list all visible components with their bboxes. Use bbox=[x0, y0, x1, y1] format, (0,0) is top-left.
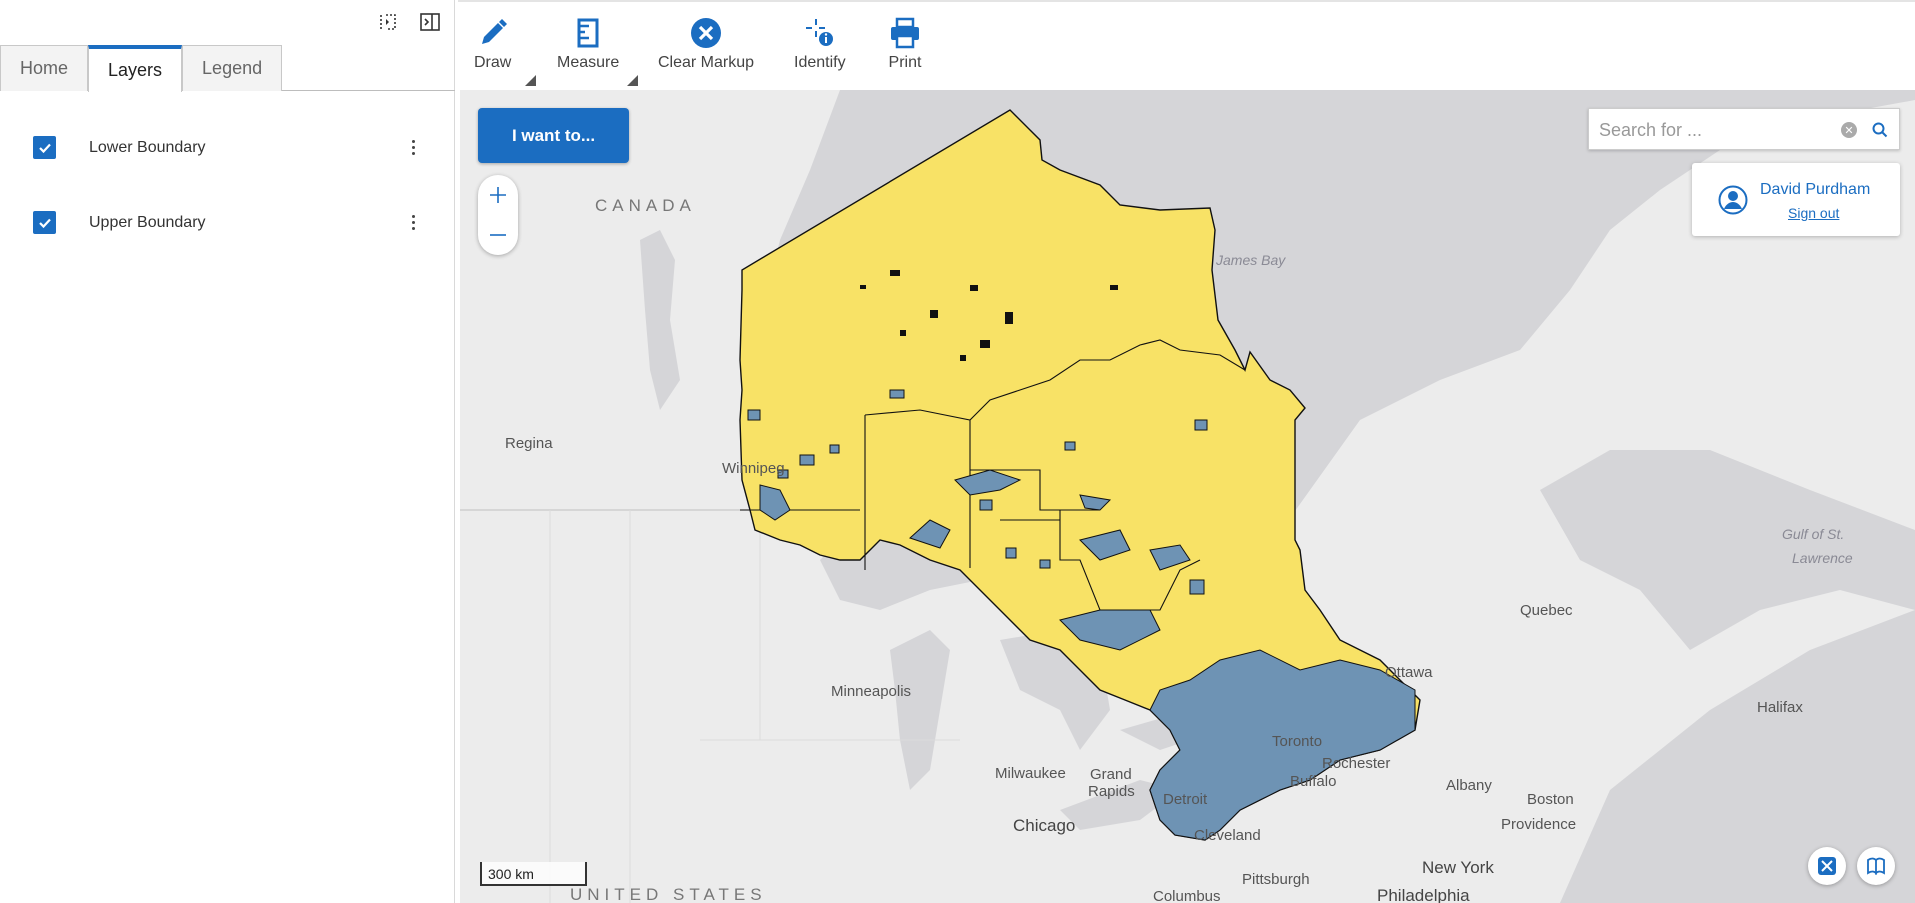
map-label-grand-rapids-1: Grand bbox=[1090, 766, 1132, 783]
clear-search-icon[interactable]: ✕ bbox=[1841, 122, 1857, 138]
clear-x-circle-icon bbox=[691, 18, 722, 48]
layer-label: Lower Boundary bbox=[89, 138, 206, 156]
panel-controls bbox=[376, 10, 442, 34]
map-view[interactable]: CANADA UNITED STATES James Bay Gulf of S… bbox=[460, 90, 1915, 903]
map-label-cleveland: Cleveland bbox=[1194, 827, 1261, 844]
checkmark-icon bbox=[38, 218, 51, 228]
map-label-albany: Albany bbox=[1446, 777, 1492, 794]
map-label-canada: CANADA bbox=[595, 196, 696, 215]
map-label-buffalo: Buffalo bbox=[1290, 773, 1337, 790]
map-label-milwaukee: Milwaukee bbox=[995, 765, 1066, 782]
identify-icon bbox=[805, 19, 833, 46]
measure-button[interactable]: Measure bbox=[557, 16, 619, 72]
map-label-rochester: Rochester bbox=[1322, 755, 1391, 772]
map-label-quebec: Quebec bbox=[1520, 602, 1573, 619]
side-panel: Home Layers Legend Lower Boundary Upper … bbox=[0, 0, 455, 903]
map-tools-button[interactable] bbox=[1808, 847, 1846, 885]
map-label-philadelphia: Philadelphia bbox=[1377, 886, 1470, 903]
minus-icon bbox=[490, 234, 506, 236]
layer-list: Lower Boundary Upper Boundary bbox=[0, 110, 455, 260]
i-want-to-button[interactable]: I want to... bbox=[478, 108, 629, 163]
search-button[interactable] bbox=[1867, 117, 1893, 143]
map-label-regina: Regina bbox=[505, 435, 553, 452]
zoom-out-button[interactable] bbox=[478, 215, 518, 255]
tab-home[interactable]: Home bbox=[0, 45, 89, 91]
tab-layers[interactable]: Layers bbox=[88, 45, 183, 92]
map-label-boston: Boston bbox=[1527, 791, 1574, 808]
layer-checkbox[interactable] bbox=[33, 136, 56, 159]
scale-bar: 300 km bbox=[480, 862, 587, 886]
zoom-control bbox=[478, 175, 518, 255]
bookmarks-button[interactable] bbox=[1857, 847, 1895, 885]
layer-label: Upper Boundary bbox=[89, 213, 206, 231]
identify-button[interactable]: Identify bbox=[794, 16, 846, 72]
map-toolbar: Draw Measure Clear Markup Identify Print bbox=[458, 0, 1915, 90]
zoom-in-button[interactable] bbox=[478, 175, 518, 215]
search-box: ✕ bbox=[1588, 108, 1900, 150]
search-icon bbox=[1872, 122, 1888, 138]
map-label-united-states: UNITED STATES bbox=[570, 885, 767, 903]
map-label-halifax: Halifax bbox=[1757, 699, 1803, 716]
panel-tabs: Home Layers Legend bbox=[0, 45, 455, 92]
layer-item-lower-boundary: Lower Boundary bbox=[0, 110, 455, 185]
plus-icon bbox=[490, 187, 506, 203]
map-label-gulf-st-lawrence-2: Lawrence bbox=[1792, 550, 1853, 566]
layer-checkbox[interactable] bbox=[33, 211, 56, 234]
book-icon bbox=[1867, 857, 1885, 876]
printer-icon bbox=[891, 17, 919, 49]
checkmark-icon bbox=[38, 143, 51, 153]
ruler-icon bbox=[577, 18, 599, 48]
map-label-new-york: New York bbox=[1422, 858, 1494, 877]
print-button[interactable]: Print bbox=[888, 16, 922, 72]
map-label-columbus: Columbus bbox=[1153, 888, 1221, 903]
pencil-icon bbox=[481, 19, 507, 44]
map-label-grand-rapids-2: Rapids bbox=[1088, 783, 1135, 800]
map-label-detroit: Detroit bbox=[1163, 791, 1208, 808]
measure-dropdown-caret-icon[interactable] bbox=[627, 75, 638, 86]
map-marker-off-icon bbox=[1818, 857, 1836, 875]
map-label-pittsburgh: Pittsburgh bbox=[1242, 871, 1310, 888]
user-avatar-icon bbox=[1718, 185, 1748, 215]
user-name: David Purdham bbox=[1760, 181, 1871, 198]
tab-legend[interactable]: Legend bbox=[182, 45, 283, 91]
map-label-providence: Providence bbox=[1501, 816, 1577, 833]
map-label-gulf-st-lawrence-1: Gulf of St. bbox=[1782, 526, 1845, 542]
sign-out-link[interactable]: Sign out bbox=[1788, 205, 1839, 221]
layer-item-upper-boundary: Upper Boundary bbox=[0, 185, 455, 260]
dock-panel-icon[interactable] bbox=[418, 10, 442, 34]
layer-options-menu-icon[interactable] bbox=[405, 136, 421, 160]
map-label-ottawa: Ottawa bbox=[1385, 664, 1433, 681]
map-label-james-bay: James Bay bbox=[1216, 252, 1286, 268]
search-input[interactable] bbox=[1599, 117, 1829, 143]
draw-button[interactable]: Draw bbox=[474, 16, 511, 72]
map-label-winnipeg: Winnipeg bbox=[722, 460, 785, 477]
layer-options-menu-icon[interactable] bbox=[405, 211, 421, 235]
user-card: David Purdham Sign out bbox=[1692, 163, 1900, 236]
clear-markup-button[interactable]: Clear Markup bbox=[658, 16, 754, 72]
collapse-panel-icon[interactable] bbox=[376, 10, 400, 34]
map-label-minneapolis: Minneapolis bbox=[831, 683, 912, 700]
map-label-toronto: Toronto bbox=[1272, 733, 1323, 750]
map-label-chicago: Chicago bbox=[1013, 816, 1076, 835]
draw-dropdown-caret-icon[interactable] bbox=[525, 75, 536, 86]
